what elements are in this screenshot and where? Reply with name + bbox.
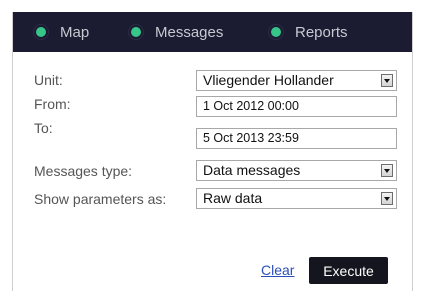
tab-map[interactable]: Map [36, 12, 89, 52]
tab-bar: Map Messages Reports [13, 12, 412, 52]
unit-label: Unit: [34, 72, 63, 88]
to-date-input[interactable]: 5 Oct 2013 23:59 [196, 128, 397, 149]
unit-select[interactable]: Vliegender Hollander [196, 70, 397, 91]
tab-reports[interactable]: Reports [271, 12, 348, 52]
from-label: From: [34, 96, 71, 112]
dropdown-arrow-icon[interactable] [381, 164, 393, 177]
tab-map-label: Map [60, 23, 90, 41]
green-dot-icon [271, 27, 281, 37]
messages-panel: Map Messages Reports Unit: Vliegender Ho… [12, 12, 413, 291]
dropdown-arrow-icon[interactable] [381, 74, 393, 87]
clear-link[interactable]: Clear [261, 262, 294, 278]
green-dot-icon [131, 27, 141, 37]
messages-type-value: Data messages [203, 162, 301, 178]
from-date-input[interactable]: 1 Oct 2012 00:00 [196, 96, 397, 117]
green-dot-icon [36, 27, 46, 37]
execute-button[interactable]: Execute [309, 257, 388, 284]
messages-type-label: Messages type: [34, 163, 133, 179]
messages-type-select[interactable]: Data messages [196, 160, 397, 181]
tab-reports-label: Reports [295, 23, 348, 41]
show-parameters-value: Raw data [203, 190, 263, 206]
tab-messages[interactable]: Messages [131, 12, 223, 52]
show-parameters-label: Show parameters as: [34, 191, 167, 207]
dropdown-arrow-icon[interactable] [381, 192, 393, 205]
to-label: To: [34, 120, 53, 136]
show-parameters-select[interactable]: Raw data [196, 188, 397, 209]
unit-select-value: Vliegender Hollander [203, 72, 334, 88]
tab-messages-label: Messages [155, 23, 224, 41]
